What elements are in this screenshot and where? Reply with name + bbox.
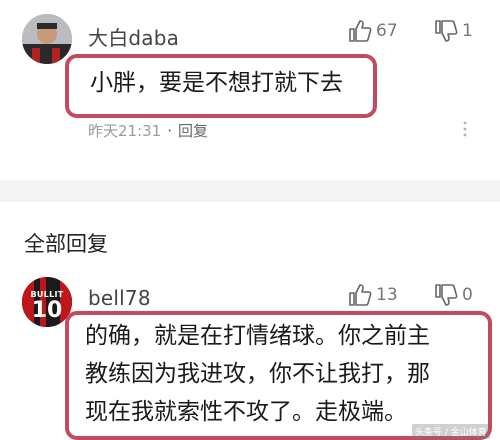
section-divider — [0, 180, 500, 202]
reply-button[interactable]: 回复 — [178, 120, 208, 141]
meta-separator: · — [167, 121, 173, 140]
thumbs-up-icon — [349, 284, 372, 306]
like-button[interactable]: 67 — [348, 19, 398, 43]
dislike-button[interactable]: 1 — [434, 19, 473, 43]
thumbs-up-icon — [349, 20, 372, 42]
comment-text-line: 教练因为我进攻，你不让我打，那 — [85, 361, 430, 387]
comment-highlight-box: 的确，就是在打情绪球。你之前主 教练因为我进攻，你不让我打，那 现在我就索性不攻… — [65, 311, 492, 440]
comment-timestamp: 昨天21:31 — [88, 122, 162, 140]
thumbs-down-icon — [435, 20, 458, 42]
avatar-photo-icon — [22, 14, 72, 64]
more-options-button[interactable] — [460, 120, 470, 142]
comment-highlight-box: 小胖，要是不想打就下去 — [65, 54, 377, 118]
avatar[interactable] — [22, 14, 72, 64]
comment-meta: 昨天21:31 · 回复 — [88, 120, 208, 141]
comment-username[interactable]: bell78 — [88, 286, 151, 310]
section-title: 全部回复 — [24, 232, 108, 256]
more-options-icon — [463, 121, 467, 137]
like-button[interactable]: 13 — [348, 283, 398, 307]
thumbs-down-icon — [435, 284, 458, 306]
comment-username[interactable]: 大白daba — [88, 22, 179, 51]
watermark: 头条号 / 金山体育 — [412, 424, 490, 439]
comment-text: 小胖，要是不想打就下去 — [90, 70, 343, 96]
comment-text-line: 现在我就索性不攻了。走极端。 — [85, 399, 407, 425]
like-count: 67 — [376, 21, 398, 41]
dislike-button[interactable]: 0 — [434, 283, 473, 307]
like-count: 13 — [376, 285, 398, 305]
dislike-count: 0 — [462, 285, 473, 305]
dislike-count: 1 — [462, 21, 473, 41]
comment-text-line: 的确，就是在打情绪球。你之前主 — [85, 323, 430, 349]
